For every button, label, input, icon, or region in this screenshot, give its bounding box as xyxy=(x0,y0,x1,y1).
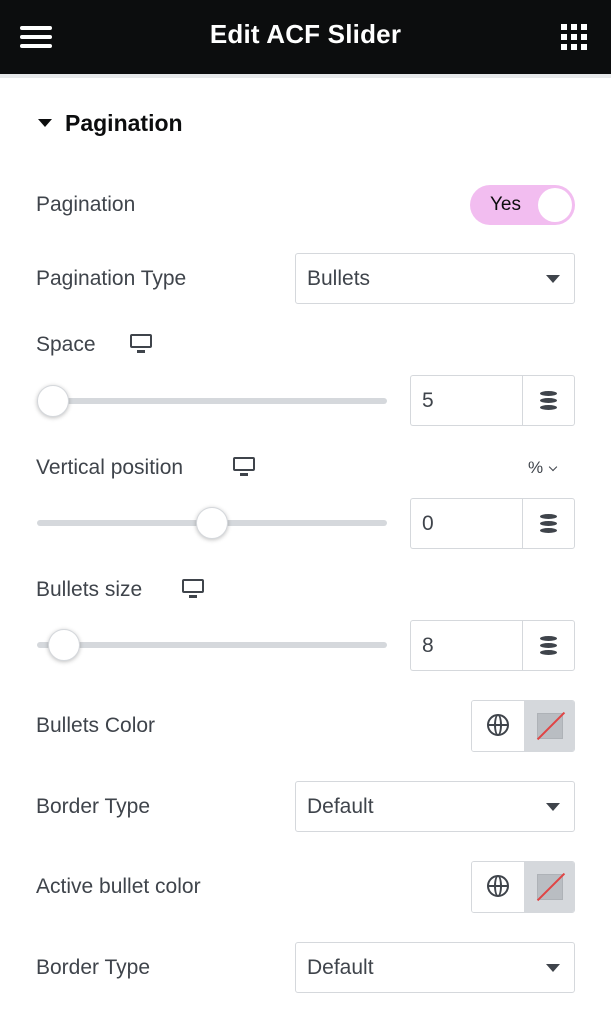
color-picker-button[interactable] xyxy=(524,701,574,751)
space-slider-track[interactable] xyxy=(37,398,387,404)
border-type-select[interactable]: Default xyxy=(295,781,575,832)
unit-select[interactable]: % xyxy=(528,458,558,478)
vertical-position-value: 0 xyxy=(422,512,434,535)
no-color-swatch xyxy=(536,711,566,741)
header-divider xyxy=(0,74,611,78)
global-colors-button[interactable] xyxy=(472,862,524,912)
select-value: Default xyxy=(307,795,374,818)
space-value: 5 xyxy=(422,389,434,412)
desktop-icon[interactable] xyxy=(182,579,204,599)
dynamic-tags-button[interactable] xyxy=(522,620,575,671)
active-bullet-color-control xyxy=(471,861,575,913)
space-slider-handle[interactable] xyxy=(37,385,69,417)
chevron-down-icon xyxy=(548,462,558,472)
section-title: Pagination xyxy=(65,110,183,136)
grid-icon[interactable] xyxy=(561,24,587,50)
border-type-select[interactable]: Default xyxy=(295,942,575,993)
desktop-icon[interactable] xyxy=(233,457,255,477)
active-bullet-color-label: Active bullet color xyxy=(36,875,201,898)
caret-down-icon xyxy=(38,119,52,127)
select-value: Bullets xyxy=(307,267,371,290)
global-colors-button[interactable] xyxy=(472,701,524,751)
select-value: Default xyxy=(307,956,374,979)
color-picker-button[interactable] xyxy=(524,862,574,912)
bullets-size-input[interactable]: 8 xyxy=(410,620,523,671)
database-icon xyxy=(540,514,557,533)
vertical-position-input[interactable]: 0 xyxy=(410,498,523,549)
bullets-size-slider-handle[interactable] xyxy=(48,629,80,661)
dynamic-tags-button[interactable] xyxy=(522,375,575,426)
editor-header: Edit ACF Slider xyxy=(0,0,611,74)
pagination-type-select[interactable]: Bullets xyxy=(295,253,575,304)
bullets-size-label: Bullets size xyxy=(36,578,143,601)
pagination-label: Pagination xyxy=(36,193,136,216)
bullets-color-control xyxy=(471,700,575,752)
vertical-position-slider-handle[interactable] xyxy=(196,507,228,539)
desktop-icon[interactable] xyxy=(130,334,152,354)
bullets-size-value: 8 xyxy=(422,634,434,657)
pagination-switch[interactable]: Yes xyxy=(470,185,575,225)
unit-value: % xyxy=(528,458,544,477)
database-icon xyxy=(540,391,557,410)
globe-icon xyxy=(487,714,509,736)
space-label: Space xyxy=(36,333,96,356)
border-type-label: Border Type xyxy=(36,956,151,979)
caret-down-icon xyxy=(546,803,560,811)
dynamic-tags-button[interactable] xyxy=(522,498,575,549)
border-type-label: Border Type xyxy=(36,795,151,818)
switch-knob xyxy=(538,188,572,222)
caret-down-icon xyxy=(546,964,560,972)
globe-icon xyxy=(487,875,509,897)
caret-down-icon xyxy=(546,275,560,283)
bullets-size-slider-track[interactable] xyxy=(37,642,387,648)
switch-label: Yes xyxy=(490,194,521,215)
no-color-swatch xyxy=(536,872,566,902)
space-input[interactable]: 5 xyxy=(410,375,523,426)
bullets-color-label: Bullets Color xyxy=(36,714,156,737)
page-title: Edit ACF Slider xyxy=(209,19,402,49)
database-icon xyxy=(540,636,557,655)
pagination-type-label: Pagination Type xyxy=(36,267,187,290)
vertical-position-label: Vertical position xyxy=(36,456,184,479)
